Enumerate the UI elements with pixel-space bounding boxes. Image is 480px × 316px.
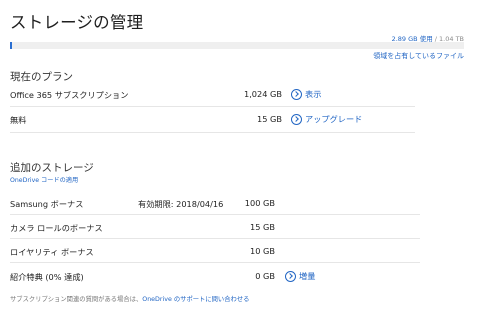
get-more-storage-button[interactable]: 増量 [285,270,315,282]
plan-office365-name: Office 365 サブスクリプション [10,90,129,100]
plan-office365-size: 1,024 GB [243,89,282,99]
divider [10,106,415,107]
chevron-circle-right-icon [291,88,302,100]
redeem-code-link[interactable]: OneDrive コードの適用 [10,175,78,184]
plan-free-size: 15 GB [257,114,282,124]
view-plan-button[interactable]: 表示 [291,88,321,100]
divider [10,132,415,133]
samsung-bonus-name: Samsung ボーナス [10,199,84,209]
contact-support-link[interactable]: OneDrive のサポートに問い合わせる [142,296,249,303]
plan-free-name: 無料 [10,115,27,125]
view-plan-label: 表示 [305,89,322,99]
referral-bonus-name: 紹介特典 (0% 達成) [10,272,84,282]
chevron-circle-right-icon [285,270,296,282]
divider [10,214,420,215]
upgrade-button[interactable]: アップグレード [291,113,362,125]
page-title: ストレージの管理 [10,13,144,32]
divider [10,238,420,239]
footer-text: サブスクリプション関連の質問がある場合は、 [10,296,143,303]
divider [10,262,420,263]
referral-bonus-size: 0 GB [255,271,275,281]
loyalty-bonus-name: ロイヤリティ ボーナス [10,247,94,257]
get-more-storage-label: 増量 [299,271,316,281]
upgrade-label: アップグレード [305,114,363,124]
current-plans-heading: 現在のプラン [10,71,73,83]
storage-usage-bar-fill [10,42,12,49]
camera-roll-bonus-size: 15 GB [250,222,275,232]
loyalty-bonus-size: 10 GB [250,246,275,256]
large-files-link[interactable]: 領域を占有しているファイル [373,51,464,61]
storage-usage-bar [10,42,464,49]
camera-roll-bonus-name: カメラ ロールのボーナス [10,223,103,233]
samsung-bonus-expiry: 有効期限: 2018/04/16 [138,199,224,209]
additional-storage-heading: 追加のストレージ [10,162,94,174]
samsung-bonus-size: 100 GB [244,198,275,208]
chevron-circle-right-icon [291,113,302,125]
footer-help: サブスクリプション関連の質問がある場合は、OneDrive のサポートに問い合わ… [10,294,249,303]
